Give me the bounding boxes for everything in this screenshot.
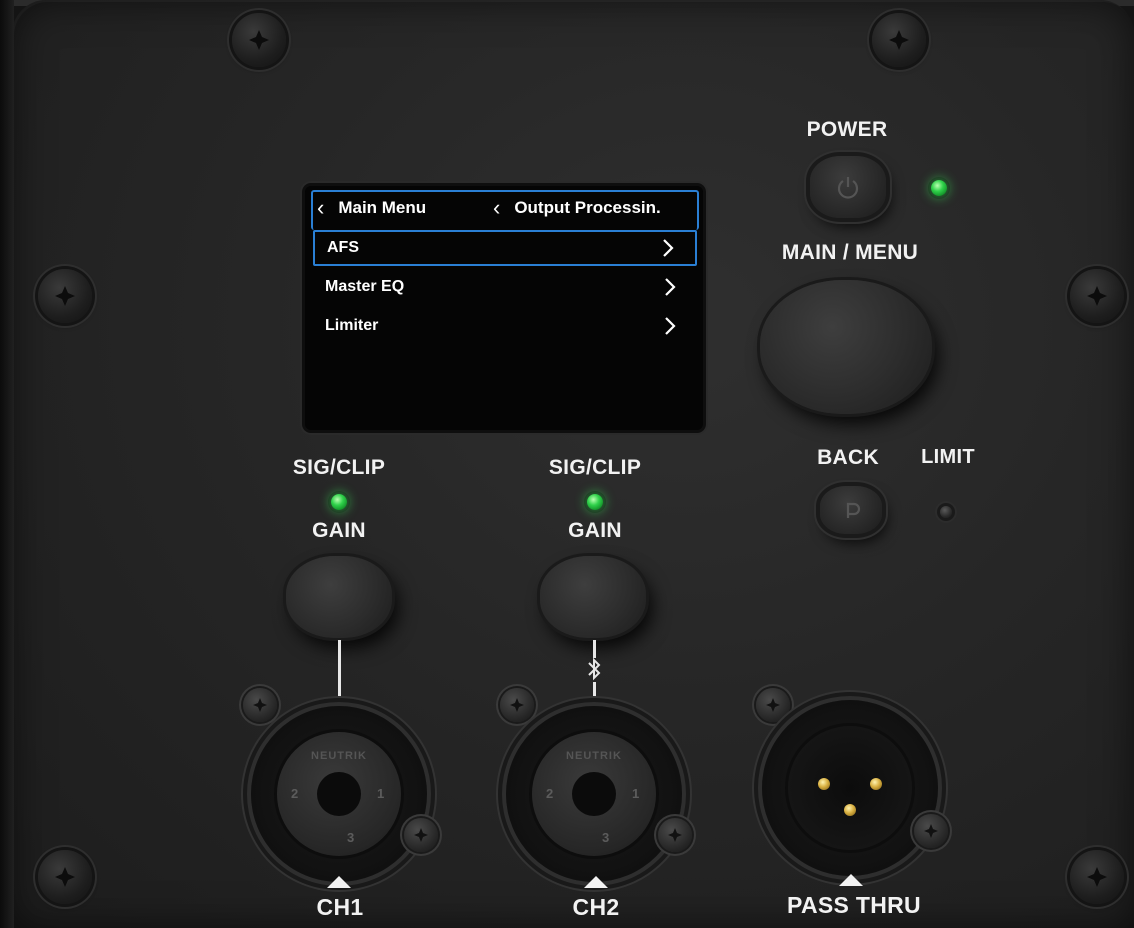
- screw-top-right: [872, 13, 926, 67]
- combo-socket: [317, 772, 361, 816]
- breadcrumb-output-processing[interactable]: ‹ Output Processin.: [493, 195, 661, 220]
- menu-item-limiter[interactable]: Limiter: [313, 308, 697, 344]
- screw-bottom-right: [1070, 850, 1124, 904]
- passthru-jack-screw-top: [756, 688, 790, 722]
- back-icon: [846, 502, 861, 518]
- chevron-right-icon: [663, 277, 677, 297]
- menu-item-label: Limiter: [325, 317, 379, 334]
- ch2-jack-screw-top: [500, 688, 534, 722]
- power-label: POWER: [806, 118, 888, 141]
- ch1-jack-screw-bottom: [404, 818, 438, 852]
- pin-label-2: 2: [291, 786, 299, 801]
- ch2-jack-face: NEUTRIK 2 1 3: [532, 732, 656, 856]
- breadcrumb-label: Main Menu: [338, 198, 427, 217]
- pass-thru-up-arrow-icon: [839, 874, 863, 886]
- main-menu-label: MAIN / MENU: [781, 241, 919, 264]
- ch2-combo-jack[interactable]: NEUTRIK 2 1 3: [506, 706, 682, 882]
- power-led: [931, 180, 947, 196]
- menu-item-afs[interactable]: AFS: [313, 230, 697, 266]
- screw-bottom-left: [38, 850, 92, 904]
- lcd-screen: ‹ Main Menu ‹ Output Processin. AFS Mast…: [305, 186, 703, 430]
- pin-label-1: 1: [377, 786, 385, 801]
- chevron-right-icon: [663, 316, 677, 336]
- power-icon: [837, 177, 859, 199]
- ch2-gain-knob[interactable]: [540, 556, 646, 638]
- ch2-sig-clip-label: SIG/CLIP: [548, 456, 642, 479]
- menu-item-master-eq[interactable]: Master EQ: [313, 269, 697, 305]
- panel-left-edge: [0, 0, 14, 928]
- limit-label: LIMIT: [921, 446, 975, 468]
- ch2-sig-clip-led: [587, 494, 603, 510]
- ch1-combo-jack[interactable]: NEUTRIK 2 1 3: [251, 706, 427, 882]
- xlr-pin-2: [818, 778, 830, 790]
- screw-head-icon: [1087, 286, 1107, 306]
- ch2-jack-screw-bottom: [658, 818, 692, 852]
- screw-head-icon: [55, 286, 75, 306]
- ch1-sig-clip-led: [331, 494, 347, 510]
- screw-top-left: [232, 13, 286, 67]
- ch1-up-arrow-icon: [327, 876, 351, 888]
- ch2-gain-label: GAIN: [568, 519, 622, 542]
- xlr-pin-3: [844, 804, 856, 816]
- main-menu-encoder[interactable]: [760, 280, 932, 414]
- xlr-face: [788, 726, 912, 850]
- power-button[interactable]: [810, 156, 886, 218]
- pin-label-2: 2: [546, 786, 554, 801]
- combo-socket: [572, 772, 616, 816]
- screw-head-icon: [766, 698, 780, 712]
- ch1-jack-face: NEUTRIK 2 1 3: [277, 732, 401, 856]
- jack-brand-text: NEUTRIK: [311, 750, 367, 762]
- ch1-gain-knob[interactable]: [286, 556, 392, 638]
- screw-mid-right: [1070, 269, 1124, 323]
- pin-label-3: 3: [602, 830, 610, 845]
- screw-head-icon: [414, 828, 428, 842]
- ch1-label: CH1: [316, 894, 364, 920]
- passthru-jack-screw-bottom: [914, 814, 948, 848]
- limit-led: [940, 506, 952, 518]
- xlr-pin-1: [870, 778, 882, 790]
- chevron-right-icon: [661, 238, 675, 258]
- pass-thru-xlr-jack[interactable]: [762, 700, 938, 876]
- screw-head-icon: [668, 828, 682, 842]
- screw-head-icon: [924, 824, 938, 838]
- breadcrumb-main-menu[interactable]: ‹ Main Menu: [317, 195, 427, 220]
- chevron-left-icon: ‹: [493, 195, 501, 220]
- ch1-link-line: [338, 640, 341, 698]
- back-button[interactable]: [820, 486, 882, 534]
- menu-item-label: AFS: [327, 239, 359, 256]
- ch1-jack-screw-top: [243, 688, 277, 722]
- screw-head-icon: [889, 30, 909, 50]
- screw-mid-left: [38, 269, 92, 323]
- bluetooth-icon: [588, 657, 601, 681]
- screw-head-icon: [1087, 867, 1107, 887]
- ch2-link-line-lower: [593, 682, 596, 698]
- back-label: BACK: [817, 446, 879, 469]
- ch1-gain-label: GAIN: [312, 519, 366, 542]
- screw-head-icon: [55, 867, 75, 887]
- screw-head-icon: [249, 30, 269, 50]
- chevron-left-icon: ‹: [317, 195, 325, 220]
- screw-head-icon: [253, 698, 267, 712]
- pin-label-3: 3: [347, 830, 355, 845]
- menu-item-label: Master EQ: [325, 278, 405, 295]
- pass-thru-label: PASS THRU: [787, 892, 921, 918]
- ch1-sig-clip-label: SIG/CLIP: [292, 456, 386, 479]
- screw-head-icon: [510, 698, 524, 712]
- pin-label-1: 1: [632, 786, 640, 801]
- breadcrumb-label: Output Processin.: [514, 198, 661, 217]
- jack-brand-text: NEUTRIK: [566, 750, 622, 762]
- ch2-up-arrow-icon: [584, 876, 608, 888]
- ch2-label: CH2: [572, 894, 620, 920]
